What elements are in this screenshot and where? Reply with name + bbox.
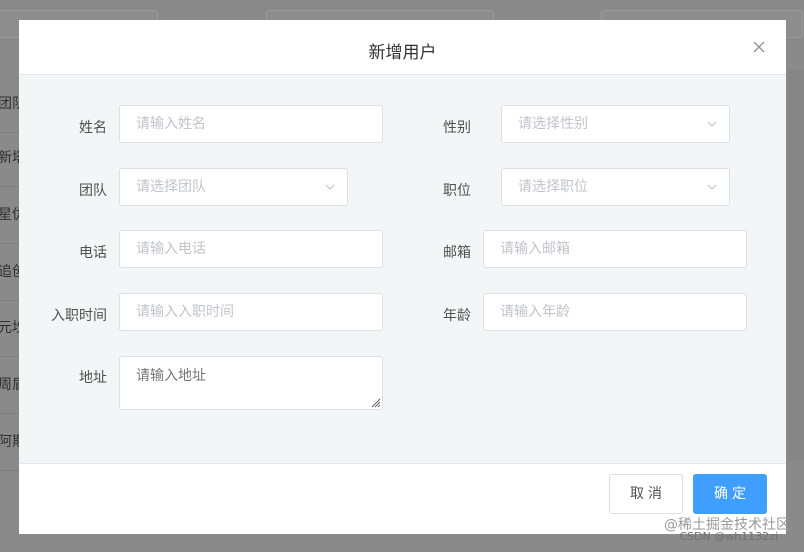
confirm-button[interactable]: 确定 xyxy=(693,474,767,514)
address-field xyxy=(119,356,383,410)
chevron-down-icon xyxy=(325,184,335,190)
age-input[interactable] xyxy=(483,293,747,331)
cancel-button[interactable]: 取消 xyxy=(609,474,683,514)
phone-label: 电话 xyxy=(79,245,107,261)
hire-date-label: 入职时间 xyxy=(51,308,107,324)
background-column xyxy=(788,70,804,460)
team-placeholder: 请选择团队 xyxy=(136,179,206,195)
team-label: 团队 xyxy=(79,183,107,199)
chevron-down-icon xyxy=(707,184,717,190)
dialog-body: 姓名 性别 请选择性别 团队 请选择团队 职位 请选择职位 电话 邮箱 入职时间… xyxy=(19,75,786,463)
add-user-dialog: 新增用户 姓名 性别 请选择性别 团队 请选择团队 职位 请选择职位 电话 邮箱 xyxy=(19,20,786,534)
team-select[interactable]: 请选择团队 xyxy=(119,168,348,206)
name-input[interactable] xyxy=(119,105,383,143)
gender-label: 性别 xyxy=(443,120,471,136)
email-input[interactable] xyxy=(483,230,747,268)
phone-input[interactable] xyxy=(119,230,383,268)
email-label: 邮箱 xyxy=(443,245,471,261)
position-select[interactable]: 请选择职位 xyxy=(501,168,730,206)
gender-placeholder: 请选择性别 xyxy=(518,116,588,132)
gender-select[interactable]: 请选择性别 xyxy=(501,105,730,143)
dialog-title: 新增用户 xyxy=(368,43,437,63)
hire-date-input[interactable] xyxy=(119,293,383,331)
resize-handle-icon[interactable] xyxy=(369,396,381,408)
position-placeholder: 请选择职位 xyxy=(518,179,588,195)
age-label: 年龄 xyxy=(443,308,471,324)
position-label: 职位 xyxy=(443,183,471,199)
watermark-sub: CSDN @wh1132zi xyxy=(679,530,778,543)
address-textarea[interactable] xyxy=(119,356,383,410)
dialog-header: 新增用户 xyxy=(19,20,786,75)
address-label: 地址 xyxy=(79,370,107,386)
close-icon[interactable] xyxy=(750,38,768,56)
chevron-down-icon xyxy=(707,121,717,127)
name-label: 姓名 xyxy=(79,120,107,136)
